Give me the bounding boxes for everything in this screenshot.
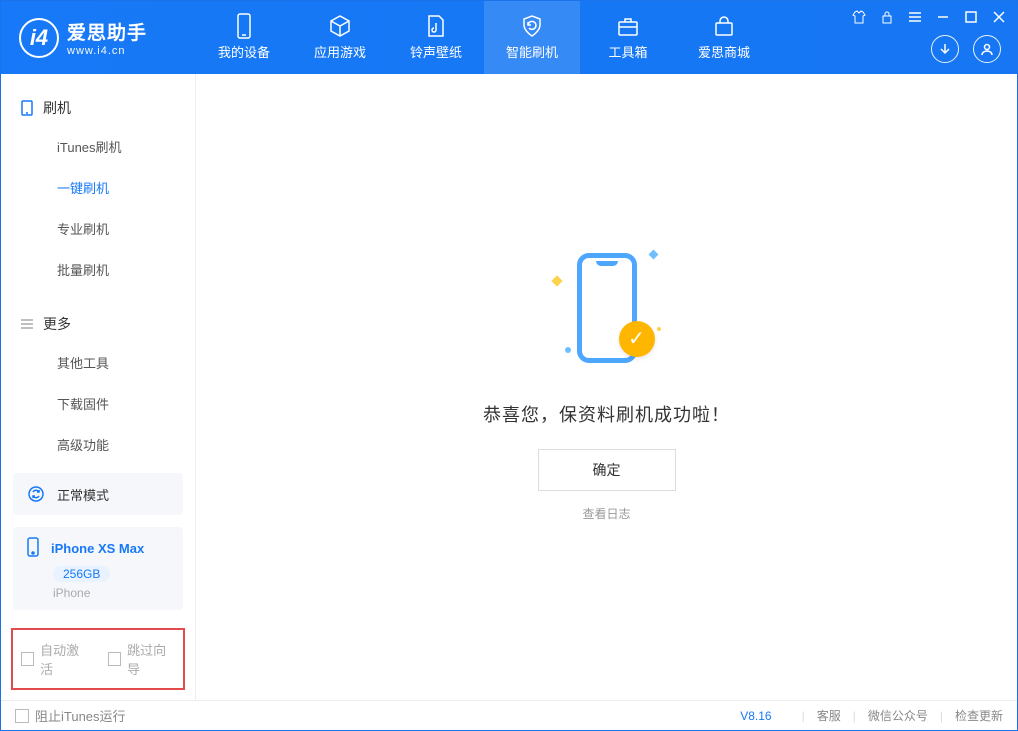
sidebar: 刷机 iTunes刷机 一键刷机 专业刷机 批量刷机 更多 其他工具 下载固件 …	[1, 74, 196, 700]
titlebar-controls	[851, 9, 1007, 25]
checkbox-block-itunes[interactable]: 阻止iTunes运行	[15, 706, 126, 725]
checkbox-icon	[108, 652, 121, 666]
device-type: iPhone	[53, 586, 171, 600]
logo-area: i4 爱思助手 www.i4.cn	[1, 18, 196, 58]
mode-card[interactable]: 正常模式	[13, 473, 183, 515]
checkbox-label: 跳过向导	[127, 640, 175, 678]
user-account-button[interactable]	[973, 35, 1001, 63]
checkbox-label: 阻止iTunes运行	[35, 706, 126, 725]
close-icon[interactable]	[991, 9, 1007, 25]
sidebar-item-advanced[interactable]: 高级功能	[1, 424, 195, 465]
view-log-link[interactable]: 查看日志	[582, 505, 630, 522]
highlighted-options-box: 自动激活 跳过向导	[11, 628, 185, 690]
download-button[interactable]	[931, 35, 959, 63]
device-name: iPhone XS Max	[51, 541, 144, 556]
sidebar-item-pro-flash[interactable]: 专业刷机	[1, 208, 195, 249]
success-title: 恭喜您，保资料刷机成功啦！	[483, 401, 730, 427]
minimize-icon[interactable]	[935, 9, 951, 25]
tab-label: 爱思商城	[698, 42, 750, 61]
checkbox-icon	[15, 709, 29, 723]
sparkle-icon	[657, 327, 661, 331]
sidebar-item-oneclick-flash[interactable]: 一键刷机	[1, 167, 195, 208]
sidebar-item-itunes-flash[interactable]: iTunes刷机	[1, 126, 195, 167]
footer-link-support[interactable]: 客服	[817, 707, 841, 724]
sidebar-section-more: 更多 其他工具 下载固件 高级功能	[1, 290, 195, 465]
app-name-ch: 爱思助手	[67, 18, 147, 45]
menu-lines-icon[interactable]	[907, 9, 923, 25]
separator: |	[853, 709, 856, 723]
header-tabs: 我的设备 应用游戏 铃声壁纸 智能刷机 工具箱 爱思商城	[196, 1, 772, 74]
store-icon	[712, 14, 736, 38]
maximize-icon[interactable]	[963, 9, 979, 25]
header-right-buttons	[931, 35, 1001, 63]
refresh-shield-icon	[520, 14, 544, 38]
toolbox-icon	[616, 14, 640, 38]
footer: 阻止iTunes运行 V8.16 | 客服 | 微信公众号 | 检查更新	[1, 700, 1017, 730]
tshirt-icon[interactable]	[851, 9, 867, 25]
separator: |	[940, 709, 943, 723]
tab-label: 工具箱	[608, 42, 647, 61]
sidebar-head-label: 刷机	[43, 98, 71, 118]
footer-link-check-update[interactable]: 检查更新	[955, 707, 1003, 724]
tab-label: 我的设备	[218, 42, 270, 61]
app-logo-icon: i4	[19, 18, 59, 58]
sparkle-icon	[648, 249, 658, 259]
separator: |	[802, 709, 805, 723]
sparkle-icon	[565, 347, 571, 353]
tab-label: 铃声壁纸	[410, 42, 462, 61]
sidebar-item-batch-flash[interactable]: 批量刷机	[1, 249, 195, 290]
tab-label: 智能刷机	[506, 42, 558, 61]
app-window: i4 爱思助手 www.i4.cn 我的设备 应用游戏 铃声壁纸 智能刷机	[0, 0, 1018, 731]
footer-left: 阻止iTunes运行	[15, 706, 126, 725]
tablet-icon	[19, 100, 35, 116]
phone-icon	[25, 537, 41, 560]
check-badge-icon: ✓	[619, 321, 655, 357]
logo-text: 爱思助手 www.i4.cn	[67, 18, 147, 57]
app-name-en: www.i4.cn	[67, 45, 147, 57]
tab-apps-games[interactable]: 应用游戏	[292, 1, 388, 74]
sidebar-item-other-tools[interactable]: 其他工具	[1, 342, 195, 383]
checkbox-icon	[21, 652, 34, 666]
tab-label: 应用游戏	[314, 42, 366, 61]
cube-icon	[328, 14, 352, 38]
success-panel: ✓ 恭喜您，保资料刷机成功啦！ 确定 查看日志	[483, 233, 730, 522]
music-file-icon	[424, 14, 448, 38]
version-text: V8.16	[740, 709, 771, 723]
sidebar-spacer	[1, 465, 195, 467]
main-content: ✓ 恭喜您，保资料刷机成功啦！ 确定 查看日志	[196, 74, 1017, 700]
lock-icon[interactable]	[879, 9, 895, 25]
sidebar-head-more: 更多	[1, 304, 195, 342]
success-illustration: ✓	[517, 233, 697, 383]
body: 刷机 iTunes刷机 一键刷机 专业刷机 批量刷机 更多 其他工具 下载固件 …	[1, 74, 1017, 700]
sidebar-head-flash: 刷机	[1, 88, 195, 126]
device-card[interactable]: iPhone XS Max 256GB iPhone	[13, 527, 183, 610]
sparkle-icon	[551, 275, 562, 286]
ok-button[interactable]: 确定	[538, 449, 676, 491]
tab-toolbox[interactable]: 工具箱	[580, 1, 676, 74]
mode-label: 正常模式	[57, 485, 109, 504]
device-icon	[232, 14, 256, 38]
checkbox-skip-guide[interactable]: 跳过向导	[108, 640, 175, 678]
sidebar-section-flash: 刷机 iTunes刷机 一键刷机 专业刷机 批量刷机	[1, 74, 195, 290]
checkbox-label: 自动激活	[40, 640, 88, 678]
checkbox-auto-activate[interactable]: 自动激活	[21, 640, 88, 678]
tab-my-device[interactable]: 我的设备	[196, 1, 292, 74]
footer-link-wechat[interactable]: 微信公众号	[868, 707, 928, 724]
sidebar-head-label: 更多	[43, 314, 71, 334]
tab-ringtones-wallpapers[interactable]: 铃声壁纸	[388, 1, 484, 74]
menu-icon	[19, 316, 35, 332]
sidebar-item-download-firmware[interactable]: 下载固件	[1, 383, 195, 424]
tab-smart-flash[interactable]: 智能刷机	[484, 1, 580, 74]
device-storage-badge: 256GB	[53, 566, 110, 582]
tab-store[interactable]: 爱思商城	[676, 1, 772, 74]
header: i4 爱思助手 www.i4.cn 我的设备 应用游戏 铃声壁纸 智能刷机	[1, 1, 1017, 74]
sync-icon	[25, 483, 47, 505]
